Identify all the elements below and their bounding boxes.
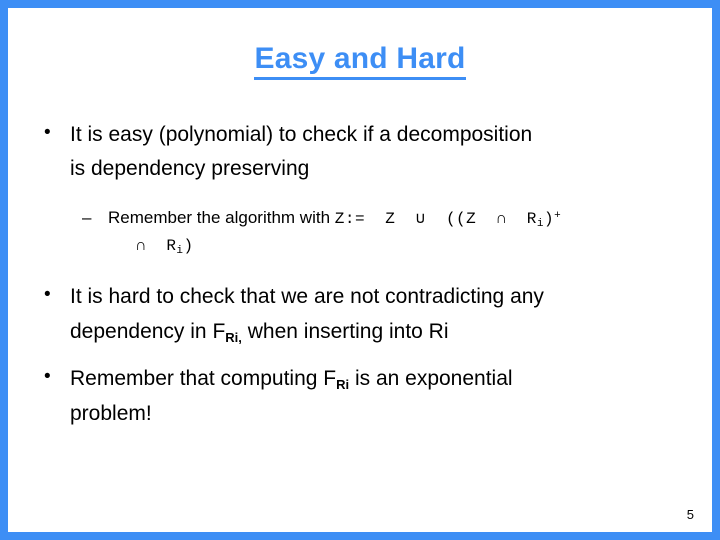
formula-subscript-i-2: i (176, 245, 184, 258)
bullet-3-line-2: problem! (70, 401, 152, 425)
intersect-icon-2: ∩ (136, 237, 147, 256)
page-number: 5 (686, 507, 694, 522)
page-title-text: Easy and Hard (254, 43, 466, 80)
bullet-2-line-2-b: when inserting into Ri (241, 319, 449, 343)
formula-close-paren-2: ) (183, 237, 194, 256)
formula-subscript-i: i (536, 217, 544, 230)
intersect-icon: ∩ (496, 209, 507, 228)
formula-r: R (526, 209, 537, 228)
bullet-item-1: • It is easy (polynomial) to check if a … (30, 120, 694, 150)
page-title: Easy and Hard (8, 42, 712, 80)
bullet-2-subscript-ri: Ri, (225, 329, 242, 345)
formula-line-2: ∩ Ri) (136, 237, 194, 258)
bullet-3-subscript-ri: Ri (336, 376, 350, 392)
formula-assign: Z:= (334, 209, 366, 228)
bullet-3-line-1-b: is an exponential (349, 366, 513, 390)
bullet-3-line-1-a: Remember that computing F (70, 366, 337, 390)
dash-marker-icon: – (82, 207, 92, 227)
formula-line-1: Z:= Z ∪ ((Z ∩ Ri)+ (334, 209, 562, 230)
bullet-2-line-1: It is hard to check that we are not cont… (70, 285, 544, 309)
union-icon: ∪ (415, 209, 426, 228)
sub-bullet-1-text: Remember the algorithm with (108, 207, 335, 227)
formula-open-paren-z: ((Z (445, 209, 477, 228)
bullet-2-line-2: dependency in FRi, when inserting into R… (30, 317, 694, 348)
slide-canvas: Easy and Hard • It is easy (polynomial) … (0, 0, 720, 540)
formula-r-2: R (166, 237, 177, 256)
slide-body: • It is easy (polynomial) to check if a … (30, 120, 694, 429)
bullet-1-line-1: It is easy (polynomial) to check if a de… (70, 123, 533, 146)
formula-line-2-wrapper: ∩ Ri) (98, 232, 694, 260)
formula-close-paren: ) (543, 209, 555, 228)
bullet-1-line-2: is dependency preserving (70, 157, 310, 181)
bullet-marker-icon: • (44, 365, 51, 387)
bullet-item-3: • Remember that computing FRi is an expo… (30, 364, 694, 395)
sub-bullet-item-1: – Remember the algorithm with Z:= Z ∪ ((… (70, 205, 694, 233)
bullet-item-2: • It is hard to check that we are not co… (30, 282, 694, 312)
bullet-marker-icon: • (44, 284, 51, 306)
bullet-2-line-2-a: dependency in F (70, 319, 226, 343)
formula-superscript-plus: + (554, 209, 562, 222)
bullet-marker-icon: • (44, 122, 51, 143)
formula-z: Z (385, 209, 396, 228)
